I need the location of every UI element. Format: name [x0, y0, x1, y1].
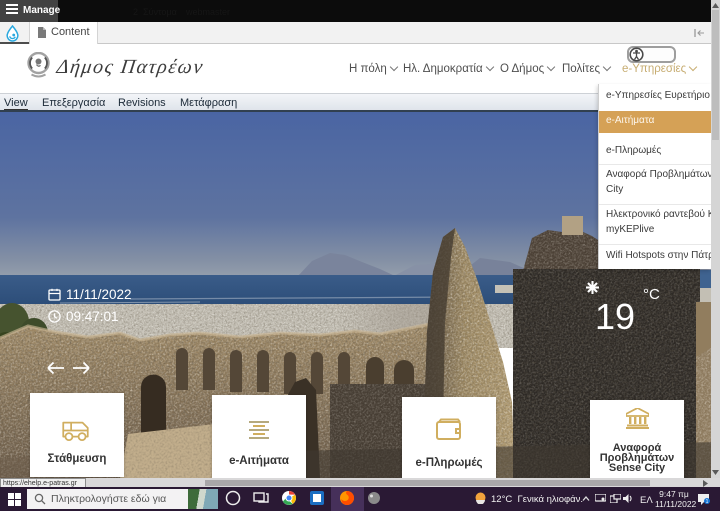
svg-text:1: 1: [706, 499, 709, 505]
